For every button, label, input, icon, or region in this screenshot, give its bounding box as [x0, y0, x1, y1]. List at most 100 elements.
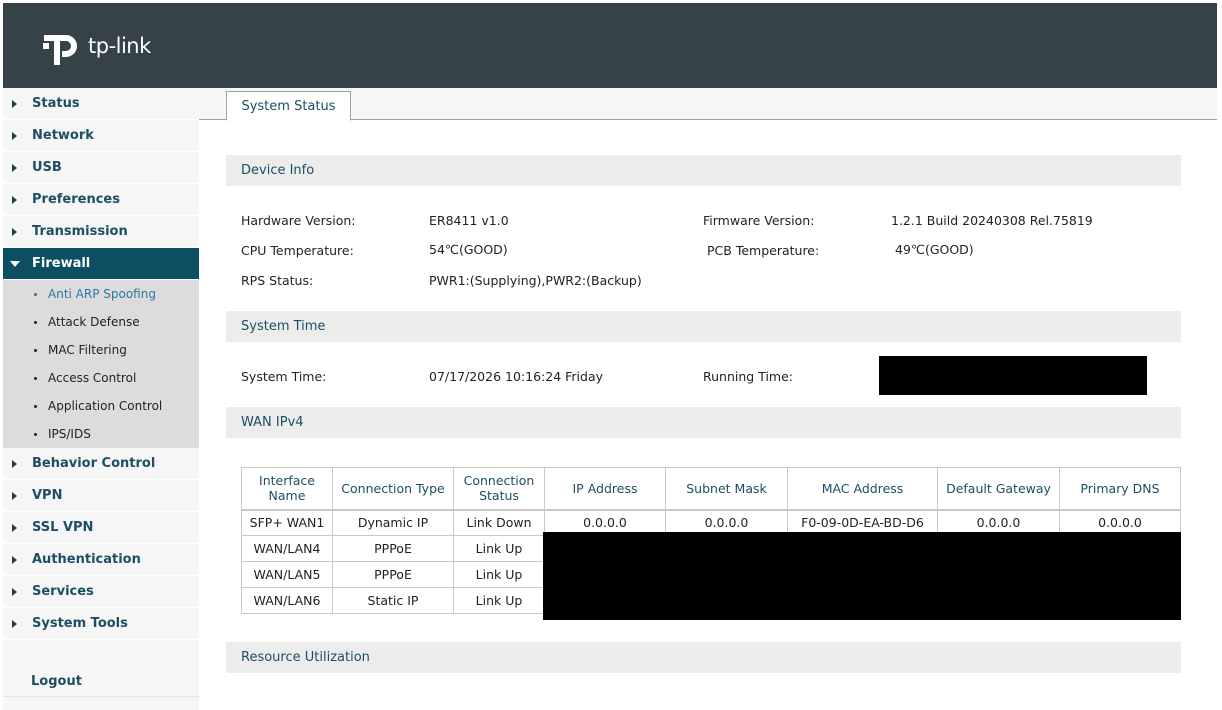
cell-connection-status: Link Up — [453, 561, 545, 588]
caret-right-icon — [12, 100, 17, 108]
caret-right-icon — [12, 524, 17, 532]
top-header-bar: tp-link — [3, 3, 1217, 88]
running-time-label: Running Time: — [703, 369, 793, 384]
sidebar-item-ssl-vpn[interactable]: SSL VPN — [3, 512, 199, 544]
caret-right-icon — [12, 492, 17, 500]
submenu-item-access-control[interactable]: Access Control — [3, 364, 199, 392]
pcb-temperature-label: PCB Temperature: — [707, 243, 820, 258]
submenu-item-label: Attack Defense — [48, 315, 140, 329]
sidebar-item-preferences[interactable]: Preferences — [3, 184, 199, 216]
section-header-device-info: Device Info — [226, 155, 1181, 186]
sidebar-item-system-tools[interactable]: System Tools — [3, 608, 199, 640]
cell-connection-status: Link Up — [453, 535, 545, 562]
redaction-running-time — [879, 356, 1147, 395]
column-header-mac-address: MAC Address — [787, 467, 938, 510]
column-header-interface-name: Interface Name — [241, 467, 333, 510]
sidebar-item-transmission[interactable]: Transmission — [3, 216, 199, 248]
column-header-connection-status: Connection Status — [453, 467, 545, 510]
submenu-item-attack-defense[interactable]: Attack Defense — [3, 308, 199, 336]
sidebar-item-status[interactable]: Status — [3, 88, 199, 120]
caret-right-icon — [12, 228, 17, 236]
column-header-ip-address: IP Address — [544, 467, 666, 510]
column-header-connection-type: Connection Type — [332, 467, 454, 510]
submenu-item-label: Anti ARP Spoofing — [48, 287, 156, 301]
bullet-icon — [34, 321, 37, 324]
sidebar-item-label: Network — [32, 128, 94, 143]
cell-connection-type: PPPoE — [332, 535, 454, 562]
sidebar-item-label: USB — [32, 160, 62, 175]
bullet-icon — [34, 293, 37, 296]
caret-right-icon — [12, 588, 17, 596]
sidebar-nav: Status Network USB Preferences Transmiss… — [3, 88, 199, 710]
caret-right-icon — [12, 460, 17, 468]
caret-down-icon — [10, 261, 20, 267]
sidebar-item-label: System Tools — [32, 616, 128, 631]
sidebar-item-behavior-control[interactable]: Behavior Control — [3, 448, 199, 480]
column-header-default-gateway: Default Gateway — [937, 467, 1060, 510]
submenu-item-anti-arp-spoofing[interactable]: Anti ARP Spoofing — [3, 280, 199, 308]
caret-right-icon — [12, 196, 17, 204]
sidebar-item-label: Services — [32, 584, 94, 599]
sidebar-item-label: SSL VPN — [32, 520, 94, 535]
caret-right-icon — [12, 164, 17, 172]
section-header-wan-ipv4: WAN IPv4 — [226, 407, 1181, 438]
cell-interface-name: WAN/LAN4 — [241, 535, 333, 562]
bullet-icon — [34, 349, 37, 352]
redaction-wan-details — [543, 532, 1181, 620]
caret-right-icon — [12, 132, 17, 140]
column-header-primary-dns: Primary DNS — [1059, 467, 1181, 510]
section-header-resource-utilization: Resource Utilization — [226, 642, 1181, 673]
bullet-icon — [34, 405, 37, 408]
pcb-temperature-value: 49℃(GOOD) — [895, 242, 974, 257]
firmware-version-label: Firmware Version: — [703, 213, 815, 228]
cell-connection-type: Dynamic IP — [332, 509, 454, 536]
sidebar-item-label: VPN — [32, 488, 63, 503]
submenu-item-label: MAC Filtering — [48, 343, 127, 357]
sidebar-item-services[interactable]: Services — [3, 576, 199, 608]
sidebar-item-label: Preferences — [32, 192, 120, 207]
sidebar-item-authentication[interactable]: Authentication — [3, 544, 199, 576]
sidebar-item-firewall[interactable]: Firewall — [3, 248, 199, 280]
sidebar-item-vpn[interactable]: VPN — [3, 480, 199, 512]
tab-system-status[interactable]: System Status — [226, 91, 351, 121]
sidebar-item-label: Status — [32, 96, 80, 111]
column-header-subnet-mask: Subnet Mask — [665, 467, 788, 510]
cell-interface-name: WAN/LAN5 — [241, 561, 333, 588]
cell-connection-type: PPPoE — [332, 561, 454, 588]
rps-status-value: PWR1:(Supplying),PWR2:(Backup) — [429, 273, 642, 288]
logout-link[interactable]: Logout — [31, 674, 82, 689]
hardware-version-value: ER8411 v1.0 — [429, 213, 509, 228]
cell-connection-type: Static IP — [332, 587, 454, 614]
firewall-submenu: Anti ARP Spoofing Attack Defense MAC Fil… — [3, 280, 199, 448]
submenu-item-label: Application Control — [48, 399, 163, 413]
sidebar-item-label: Firewall — [32, 256, 91, 271]
divider — [3, 696, 199, 697]
system-time-label: System Time: — [241, 369, 327, 384]
caret-right-icon — [12, 620, 17, 628]
section-header-system-time: System Time — [226, 311, 1181, 342]
submenu-item-label: IPS/IDS — [48, 427, 91, 441]
brand-name: tp-link — [88, 34, 151, 58]
hardware-version-label: Hardware Version: — [241, 213, 356, 228]
submenu-item-mac-filtering[interactable]: MAC Filtering — [3, 336, 199, 364]
submenu-item-ips-ids[interactable]: IPS/IDS — [3, 420, 199, 448]
cell-interface-name: WAN/LAN6 — [241, 587, 333, 614]
rps-status-label: RPS Status: — [241, 273, 314, 288]
system-time-value: 07/17/2026 10:16:24 Friday — [429, 369, 604, 384]
bullet-icon — [34, 433, 37, 436]
cpu-temperature-label: CPU Temperature: — [241, 243, 354, 258]
brand-logo: tp-link — [40, 23, 151, 67]
firmware-version-value: 1.2.1 Build 20240308 Rel.75819 — [891, 213, 1093, 228]
sidebar-item-label: Behavior Control — [32, 456, 156, 471]
tp-link-logo-icon — [43, 35, 77, 65]
sidebar-item-usb[interactable]: USB — [3, 152, 199, 184]
cell-interface-name: SFP+ WAN1 — [241, 509, 333, 536]
table-header-row: Interface Name Connection Type Connectio… — [241, 467, 1181, 510]
tab-bar: System Status — [199, 88, 1217, 121]
bullet-icon — [34, 377, 37, 380]
cpu-temperature-value: 54℃(GOOD) — [429, 242, 508, 257]
sidebar-item-network[interactable]: Network — [3, 120, 199, 152]
caret-right-icon — [12, 556, 17, 564]
sidebar-item-label: Authentication — [32, 552, 141, 567]
submenu-item-application-control[interactable]: Application Control — [3, 392, 199, 420]
